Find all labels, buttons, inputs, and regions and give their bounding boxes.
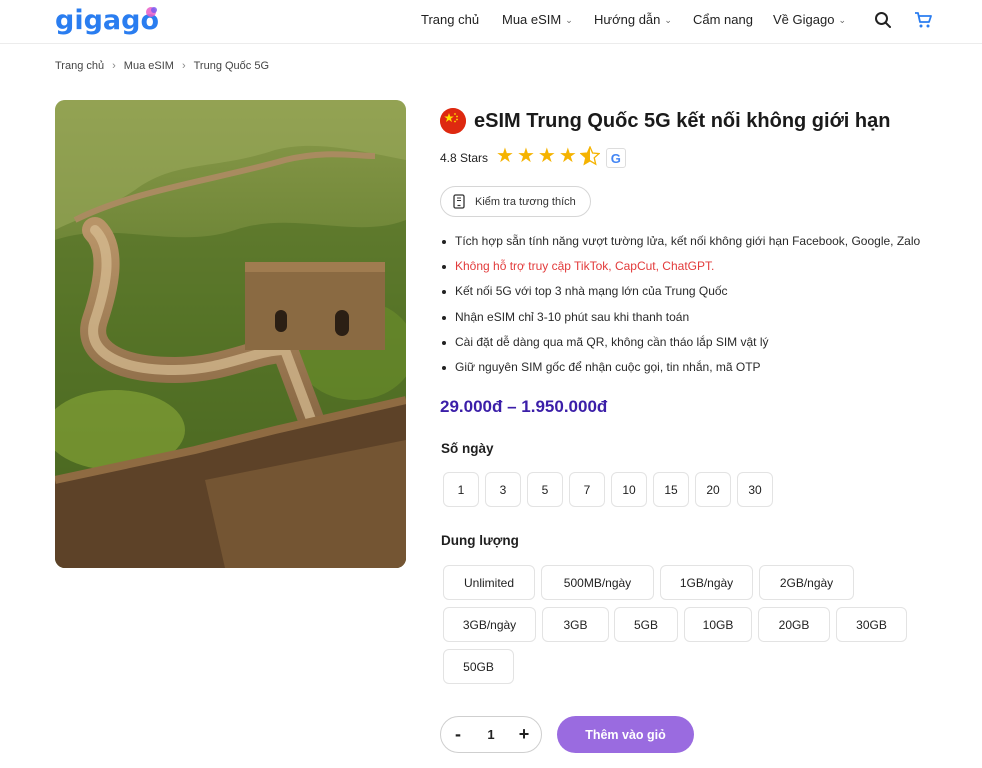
chevron-down-icon: ⌄ xyxy=(838,14,846,25)
feature-item: Kết nối 5G với top 3 nhà mạng lớn của Tr… xyxy=(440,283,920,308)
data-option[interactable]: 50GB xyxy=(443,649,514,684)
rating-text: 4.8 Stars xyxy=(440,151,489,165)
days-label: Số ngày xyxy=(441,441,494,456)
star-icon: ★ xyxy=(496,145,514,167)
add-to-cart-button[interactable]: Thêm vào giỏ xyxy=(557,716,694,753)
google-icon: G xyxy=(605,148,626,168)
star-icon: ★ xyxy=(558,145,577,167)
quantity-increase-button[interactable]: + xyxy=(517,724,531,745)
chevron-down-icon: ⌄ xyxy=(565,14,573,25)
data-option[interactable]: Unlimited xyxy=(443,565,535,600)
main-nav: Trang chủ Mua eSIM ⌄ Hướng dẫn ⌄ Cẩm nan… xyxy=(0,0,982,44)
breadcrumb-buy-esim[interactable]: Mua eSIM xyxy=(124,60,174,72)
check-compatibility-label: Kiểm tra tương thích xyxy=(475,195,576,208)
star-icon: ★ xyxy=(516,145,535,167)
breadcrumb: Trang chủ › Mua eSIM › Trung Quốc 5G xyxy=(55,60,269,72)
nav-item-buy-esim[interactable]: Mua eSIM ⌄ xyxy=(502,12,573,27)
day-option[interactable]: 15 xyxy=(653,472,689,507)
quantity-stepper: - 1 + xyxy=(440,716,542,753)
day-option[interactable]: 10 xyxy=(611,472,647,507)
half-star-icon xyxy=(579,145,601,170)
nav-item-home[interactable]: Trang chủ xyxy=(421,12,479,27)
feature-list: Tích hợp sẵn tính năng vượt tường lửa, k… xyxy=(440,233,920,384)
search-icon[interactable] xyxy=(873,10,893,30)
nav-item-guide[interactable]: Hướng dẫn ⌄ xyxy=(594,12,672,27)
data-label: Dung lượng xyxy=(441,533,519,548)
feature-item: Tích hợp sẵn tính năng vượt tường lửa, k… xyxy=(440,233,920,258)
day-option[interactable]: 20 xyxy=(695,472,731,507)
feature-item: Cài đặt dễ dàng qua mã QR, không cần thá… xyxy=(440,334,920,359)
data-option[interactable]: 10GB xyxy=(684,607,752,642)
feature-item: Nhận eSIM chỉ 3-10 phút sau khi thanh to… xyxy=(440,309,920,334)
day-option[interactable]: 3 xyxy=(485,472,521,507)
nav-item-about[interactable]: Về Gigago ⌄ xyxy=(773,12,846,27)
nav-label: Cẩm nang xyxy=(693,12,753,27)
nav-label: Hướng dẫn xyxy=(594,12,661,27)
star-icon: ★ xyxy=(537,145,556,167)
product-title-row: eSIM Trung Quốc 5G kết nối không giới hạ… xyxy=(440,108,890,134)
nav-label: Trang chủ xyxy=(421,12,480,27)
product-image xyxy=(55,100,406,568)
china-flag-icon xyxy=(440,108,466,134)
quantity-value[interactable]: 1 xyxy=(487,727,494,742)
nav-item-handbook[interactable]: Cẩm nang xyxy=(693,12,753,27)
feature-item-warning: Không hỗ trợ truy cập TikTok, CapCut, Ch… xyxy=(440,258,920,283)
data-option[interactable]: 5GB xyxy=(614,607,678,642)
data-option[interactable]: 20GB xyxy=(758,607,830,642)
rating-stars: ★ ★ ★ ★ xyxy=(496,145,601,170)
data-option[interactable]: 1GB/ngày xyxy=(660,565,753,600)
data-option[interactable]: 500MB/ngày xyxy=(541,565,654,600)
chevron-down-icon: ⌄ xyxy=(664,14,672,25)
chevron-right-icon: › xyxy=(112,60,116,72)
phone-icon xyxy=(453,194,465,209)
breadcrumb-home[interactable]: Trang chủ xyxy=(55,60,104,72)
data-option[interactable]: 30GB xyxy=(836,607,907,642)
rating-row: 4.8 Stars ★ ★ ★ ★ G xyxy=(440,145,626,170)
feature-item: Giữ nguyên SIM gốc để nhận cuộc gọi, tin… xyxy=(440,359,920,384)
data-option[interactable]: 2GB/ngày xyxy=(759,565,854,600)
data-option[interactable]: 3GB xyxy=(542,607,609,642)
quantity-decrease-button[interactable]: - xyxy=(451,724,465,745)
price-range: 29.000đ – 1.950.000đ xyxy=(440,397,608,416)
day-option[interactable]: 7 xyxy=(569,472,605,507)
data-option[interactable]: 3GB/ngày xyxy=(443,607,536,642)
cart-icon[interactable] xyxy=(913,10,933,30)
nav-label: Mua eSIM xyxy=(502,12,562,27)
day-option[interactable]: 5 xyxy=(527,472,563,507)
nav-label: Về Gigago xyxy=(773,12,835,27)
check-compatibility-button[interactable]: Kiểm tra tương thích xyxy=(440,186,591,217)
breadcrumb-current: Trung Quốc 5G xyxy=(193,60,270,72)
product-title: eSIM Trung Quốc 5G kết nối không giới hạ… xyxy=(474,109,891,132)
day-option[interactable]: 1 xyxy=(443,472,479,507)
day-option[interactable]: 30 xyxy=(737,472,773,507)
chevron-right-icon: › xyxy=(181,60,186,72)
site-header: gigago Trang chủ Mua eSIM ⌄ Hướng dẫn ⌄ … xyxy=(0,0,982,44)
